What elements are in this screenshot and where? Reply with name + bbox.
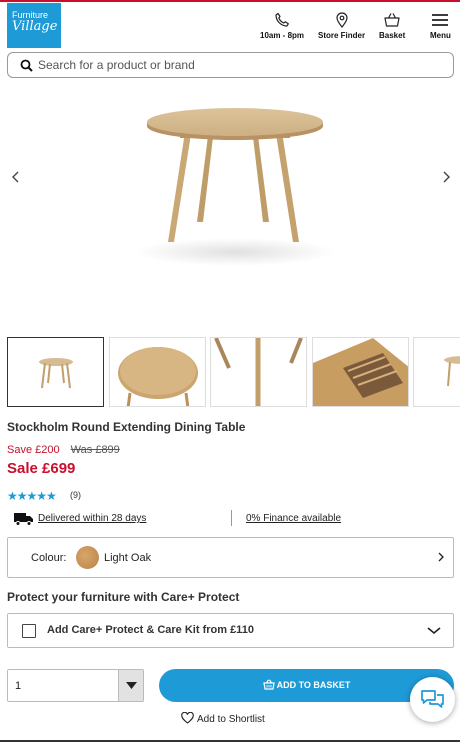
add-to-shortlist-label: Add to Shortlist <box>197 714 265 725</box>
opening-hours-label: 10am - 8pm <box>260 31 305 40</box>
delivery-info-link[interactable]: Delivered within 28 days <box>38 513 146 524</box>
add-to-basket-label: ADD TO BASKET <box>276 680 351 690</box>
rating-stars[interactable]: ★★★★★ <box>7 489 57 503</box>
menu-button[interactable]: Menu <box>430 12 451 40</box>
menu-label: Menu <box>430 31 451 40</box>
product-title: Stockholm Round Extending Dining Table <box>7 420 246 434</box>
care-protect-heading: Protect your furniture with Care+ Protec… <box>7 590 240 604</box>
chat-icon <box>421 690 444 708</box>
thumbnail-1[interactable] <box>7 337 104 407</box>
colour-swatch <box>76 546 99 569</box>
thumbnail-5[interactable] <box>413 337 460 407</box>
care-protect-option[interactable]: Add Care+ Protect & Care Kit from £110 <box>7 613 454 648</box>
search-input[interactable] <box>38 55 438 75</box>
site-header: Furniture Village 10am - 8pm Store Finde… <box>0 2 460 48</box>
colour-value: Light Oak <box>104 552 152 564</box>
finance-info-link[interactable]: 0% Finance available <box>246 513 341 524</box>
basket-link[interactable]: Basket <box>379 12 405 40</box>
thumbnail-carousel <box>7 337 460 407</box>
store-finder-label: Store Finder <box>318 31 366 40</box>
location-pin-icon <box>335 12 348 28</box>
chevron-right-icon <box>438 552 444 562</box>
thumbnail-4[interactable] <box>312 337 409 407</box>
colour-label: Colour: <box>31 552 67 564</box>
add-to-shortlist-link[interactable]: Add to Shortlist <box>181 711 265 725</box>
quantity-value: 1 <box>15 680 22 692</box>
was-price: Was £899 <box>70 444 120 456</box>
chevron-left-icon[interactable] <box>9 170 23 184</box>
quantity-select[interactable]: 1 <box>7 669 144 702</box>
chevron-right-icon[interactable] <box>439 170 453 184</box>
product-main-image <box>0 82 460 332</box>
phone-icon <box>275 12 289 27</box>
basket-label: Basket <box>379 31 406 40</box>
colour-selector[interactable]: Colour: Light Oak <box>7 537 454 578</box>
save-amount: Save £200 <box>7 444 60 456</box>
care-protect-checkbox[interactable] <box>22 624 36 638</box>
search-icon[interactable] <box>20 59 33 72</box>
care-protect-label: Add Care+ Protect & Care Kit from £110 <box>47 624 254 636</box>
opening-hours-link[interactable]: 10am - 8pm <box>260 12 304 40</box>
thumbnail-2[interactable] <box>109 337 206 407</box>
delivery-truck-icon <box>14 513 33 526</box>
divider <box>231 510 232 526</box>
store-finder-link[interactable]: Store Finder <box>318 12 365 40</box>
search-bar <box>7 52 454 78</box>
sale-price: Sale £699 <box>7 460 76 477</box>
heart-icon <box>181 711 194 724</box>
quantity-dropdown-button[interactable] <box>118 670 143 701</box>
dining-table-image <box>135 108 335 266</box>
chevron-down-icon[interactable] <box>427 627 441 635</box>
logo-text-line2: Village <box>12 19 58 34</box>
basket-icon <box>384 13 400 27</box>
chat-widget-button[interactable] <box>410 677 455 722</box>
thumbnail-3[interactable] <box>210 337 307 407</box>
basket-icon <box>262 679 275 690</box>
price-saving-row: Save £200 Was £899 <box>7 444 120 456</box>
caret-down-icon <box>126 682 137 689</box>
hamburger-menu-icon <box>432 14 449 26</box>
review-count[interactable]: (9) <box>70 490 81 500</box>
furniture-village-logo[interactable]: Furniture Village <box>7 3 61 48</box>
